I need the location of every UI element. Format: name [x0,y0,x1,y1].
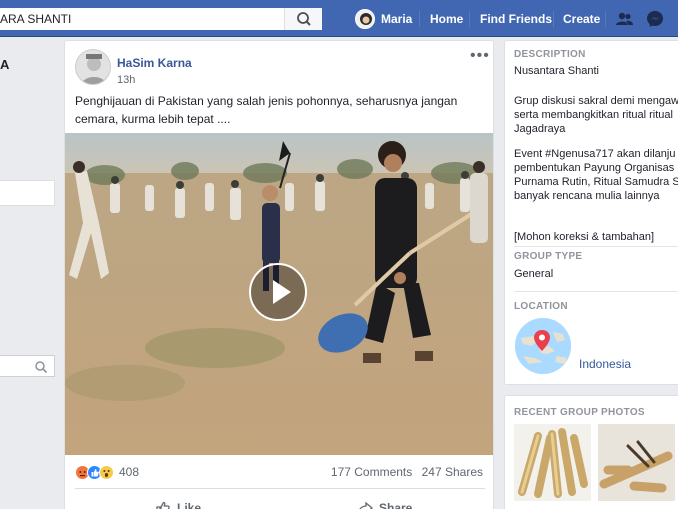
description-title: DESCRIPTION [514,49,586,60]
group-about-card: DESCRIPTION Nusantara Shanti Grup diskus… [504,40,678,385]
nav-divider [469,11,470,27]
group-type-title: GROUP TYPE [514,251,583,262]
description-line: banyak rencana mulia lainnya [514,190,660,202]
reaction-summary[interactable]: 408 [75,463,139,481]
description-line: pembentukan Payung Organisas [514,162,675,174]
group-type-value: General [514,268,554,280]
location-title: LOCATION [514,301,568,312]
post-card: HaSim Karna 13h ••• Penghijauan di Pakis… [64,40,494,509]
avatar[interactable] [75,49,111,85]
location-map[interactable] [515,318,571,374]
left-panel-box[interactable] [0,180,55,206]
recent-photos-card: RECENT GROUP PHOTOS [504,395,678,509]
divider [75,488,485,489]
reaction-count[interactable]: 408 [119,465,139,479]
description-line: Purnama Rutin, Ritual Samudra S [514,176,678,188]
description-line: serta membangkitkan ritual ritual [514,109,673,121]
nav-divider [419,11,420,27]
avatar [355,9,375,29]
description-line: Jagadraya [514,123,566,135]
like-label: Like [177,501,202,509]
description-line: Event #Ngenusa717 akan dilanju [514,148,676,160]
divider [514,291,678,292]
description-line: Grup diskusi sakral demi mengaw [514,95,678,107]
group-photo[interactable] [598,424,675,501]
play-button[interactable] [249,263,307,321]
profile-name: Maria [381,12,413,26]
post-stats: 177 Comments 247 Shares [325,465,483,479]
share-button[interactable]: Share [357,500,412,509]
group-photo[interactable] [514,424,591,501]
like-icon [156,501,170,509]
divider [514,246,678,247]
location-link[interactable]: Indonesia [579,357,631,371]
search-box [0,8,322,30]
nav-divider [553,11,554,27]
description-line: Nusantara Shanti [514,65,599,77]
nav-home[interactable]: Home [430,12,463,26]
search-button[interactable] [284,8,322,30]
more-options-icon[interactable]: ••• [470,47,490,65]
share-label: Share [379,501,413,509]
like-button[interactable]: Like [155,500,201,509]
post-timestamp[interactable]: 13h [117,74,135,86]
nav-divider [605,11,606,27]
share-icon [359,501,373,509]
nav-create[interactable]: Create [563,12,600,26]
description-line: [Mohon koreksi & tambahan] [514,231,655,243]
left-search-box[interactable] [0,355,55,377]
post-text: Penghijauan di Pakistan yang salah jenis… [75,94,458,126]
nav-find-friends[interactable]: Find Friends [480,12,552,26]
recent-photos-title: RECENT GROUP PHOTOS [514,407,645,418]
left-nav-fragment: A [0,57,10,72]
search-icon [35,361,48,374]
search-input[interactable] [0,8,284,30]
messenger-icon[interactable] [646,10,664,28]
search-icon [297,12,311,26]
comments-count[interactable]: 177 Comments [331,465,412,479]
map-pin-icon [515,318,571,374]
shares-count[interactable]: 247 Shares [422,465,483,479]
wow-reaction-icon [99,464,114,480]
friends-icon[interactable] [615,10,633,28]
profile-link[interactable]: Maria [355,8,412,30]
top-navigation-bar: Maria Home Find Friends Create [0,0,678,37]
video-player[interactable] [65,133,493,455]
post-author[interactable]: HaSim Karna [117,56,192,70]
